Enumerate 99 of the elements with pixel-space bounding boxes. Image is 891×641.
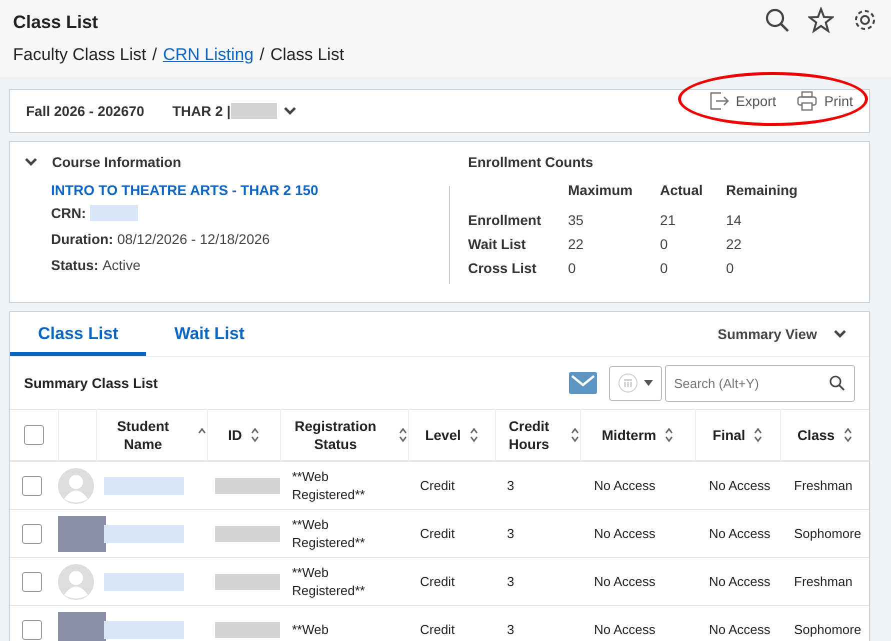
export-button[interactable]: Export xyxy=(708,90,776,112)
table-cell-text: **Web xyxy=(292,620,330,638)
sort-icon[interactable] xyxy=(250,427,260,443)
count-value: 22 xyxy=(568,236,585,252)
breadcrumb-link[interactable]: CRN Listing xyxy=(162,45,254,65)
photo-placeholder xyxy=(58,516,106,552)
table-cell: 3 xyxy=(507,574,514,589)
list-title: Summary Class List xyxy=(24,375,158,391)
search-field[interactable]: Search (Alt+Y) xyxy=(665,364,855,402)
count-value: 35 xyxy=(568,212,585,228)
table-cell: Sophomore xyxy=(794,622,862,637)
column-header[interactable]: Midterm xyxy=(602,426,656,444)
print-button[interactable]: Print xyxy=(796,90,853,112)
redaction-block xyxy=(230,103,277,119)
field-value: 08/12/2026 - 12/18/2026 xyxy=(117,230,270,249)
sort-icon[interactable] xyxy=(842,427,853,443)
section-heading: Course Information xyxy=(52,154,182,170)
chevron-down-icon xyxy=(833,329,847,339)
envelope-icon[interactable] xyxy=(569,372,597,394)
sort-icon[interactable] xyxy=(570,427,580,443)
columns-icon xyxy=(618,373,638,393)
table-cell: No Access xyxy=(594,478,656,493)
table-cell: No Access xyxy=(709,622,770,637)
column-header[interactable]: ID xyxy=(228,426,242,444)
column-header: Maximum xyxy=(568,182,634,200)
table-cell-text: **Web Registered** xyxy=(292,468,366,504)
search-icon[interactable] xyxy=(764,6,790,32)
table-cell: No Access xyxy=(709,478,770,493)
count-value: 0 xyxy=(568,260,577,276)
count-value: 0 xyxy=(726,260,735,276)
table-cell: No Access xyxy=(594,574,656,589)
table-cell: No Access xyxy=(594,526,656,541)
avatar-silhouette-icon xyxy=(58,468,94,504)
column-header[interactable]: Final xyxy=(712,426,746,444)
field-label: Duration: xyxy=(51,230,114,249)
row-checkbox[interactable] xyxy=(22,620,42,640)
sort-icon[interactable] xyxy=(398,427,408,443)
count-value: 14 xyxy=(726,212,743,228)
redaction-block xyxy=(90,205,138,221)
row-label: Enrollment xyxy=(468,212,542,228)
table-cell: 3 xyxy=(507,622,514,637)
view-dropdown[interactable]: Summary View xyxy=(712,325,853,343)
table-cell: Freshman xyxy=(794,574,853,589)
export-icon xyxy=(708,90,730,112)
table-cell-text: **Web Registered** xyxy=(292,516,366,552)
table-cell: Credit xyxy=(420,574,455,589)
table-cell: Credit xyxy=(420,478,455,493)
field-label: CRN: xyxy=(51,204,86,223)
avatar-silhouette-icon xyxy=(58,564,94,600)
field-value: Active xyxy=(102,256,141,275)
row-checkbox[interactable] xyxy=(22,572,42,592)
redaction-block xyxy=(215,574,280,590)
row-label: Wait List xyxy=(468,236,527,252)
search-icon[interactable] xyxy=(829,374,845,390)
redaction-block xyxy=(215,622,280,638)
chevron-down-icon[interactable] xyxy=(24,157,38,167)
table-cell: No Access xyxy=(709,526,770,541)
breadcrumb-item: Faculty Class List xyxy=(13,45,146,65)
table-cell: No Access xyxy=(709,574,770,589)
column-header[interactable]: Class xyxy=(797,426,835,444)
page-title: Class List xyxy=(13,12,98,33)
breadcrumb-separator: / xyxy=(260,45,264,65)
course-label: THAR 2 | xyxy=(172,103,231,119)
sort-icon[interactable] xyxy=(753,427,764,443)
course-title-link[interactable]: INTRO TO THEATRE ARTS - THAR 2 150 xyxy=(51,182,449,198)
tab[interactable]: Class List xyxy=(10,324,146,356)
table-cell: No Access xyxy=(594,622,656,637)
sort-icon[interactable] xyxy=(664,427,674,443)
column-header[interactable]: Level xyxy=(425,426,461,444)
table-cell-text: **Web Registered** xyxy=(292,564,366,600)
star-icon[interactable] xyxy=(808,6,834,32)
table-cell: Credit xyxy=(420,622,455,637)
row-checkbox[interactable] xyxy=(22,476,42,496)
caret-icon xyxy=(644,380,653,386)
tab[interactable]: Wait List xyxy=(146,324,273,356)
sort-icon[interactable] xyxy=(468,427,479,443)
term-label: Fall 2026 - 202670 xyxy=(26,103,144,119)
table-cell: 3 xyxy=(507,526,514,541)
chevron-down-icon xyxy=(282,106,297,116)
table-cell: Freshman xyxy=(794,478,853,493)
redaction-block xyxy=(215,526,280,542)
column-header: Actual xyxy=(660,182,704,200)
section-heading: Enrollment Counts xyxy=(468,154,594,170)
field-label: Status: xyxy=(51,256,98,275)
row-checkbox[interactable] xyxy=(22,524,42,544)
table-cell: 3 xyxy=(507,478,514,493)
redaction-block xyxy=(215,478,280,494)
breadcrumb-separator: / xyxy=(152,45,157,65)
column-header: Remaining xyxy=(726,182,799,200)
count-value: 21 xyxy=(660,212,677,228)
photo-placeholder xyxy=(58,612,106,641)
select-all-checkbox[interactable] xyxy=(24,425,44,445)
table-cell: Credit xyxy=(420,526,455,541)
row-label: Cross List xyxy=(468,260,538,276)
count-value: 22 xyxy=(726,236,743,252)
table-cell: Sophomore xyxy=(794,526,862,541)
count-value: 0 xyxy=(660,260,669,276)
count-value: 0 xyxy=(660,236,669,252)
breadcrumb-item: Class List xyxy=(270,45,344,65)
